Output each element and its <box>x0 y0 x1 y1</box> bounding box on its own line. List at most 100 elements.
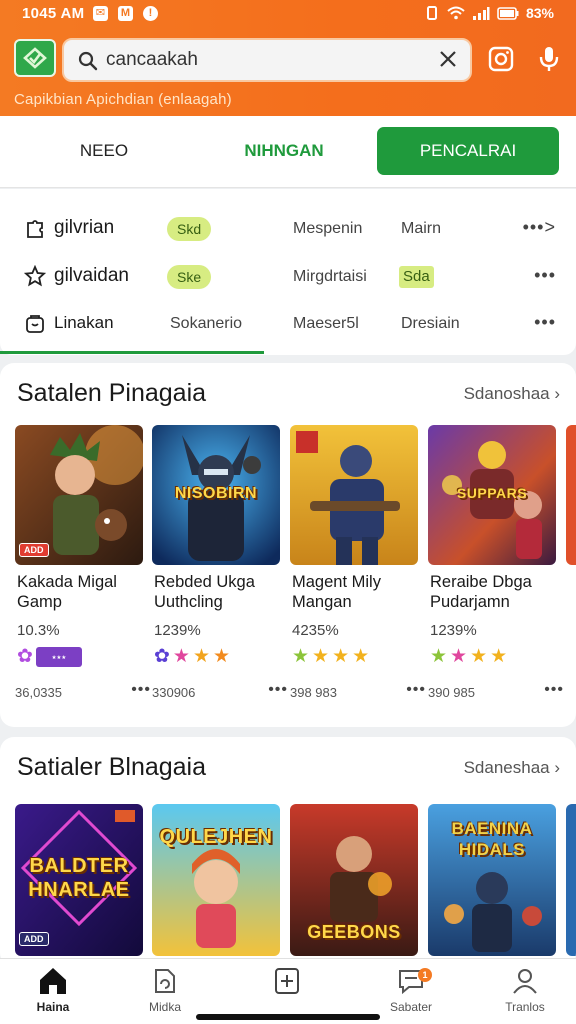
game-thumbnail[interactable] <box>566 804 576 956</box>
pink-star-icon: ★ <box>172 646 190 667</box>
voice-search-button[interactable] <box>534 44 564 74</box>
section-title: Satalen Pinagaia <box>17 379 207 407</box>
game-title: Rebded Ukga Uuthcling <box>154 573 255 611</box>
category-row[interactable]: Linakan Sokanerio Maeser5l Dresiain ••• <box>0 304 576 344</box>
signal-icon <box>472 7 490 20</box>
gold-star-icon: ★ <box>332 646 350 667</box>
game-thumbnail[interactable]: NISOBIRN <box>152 425 280 565</box>
more-icon[interactable]: ••• <box>534 265 556 286</box>
game-rating-icons: ✿ ★ ★ ★ <box>154 647 230 667</box>
category-link[interactable]: Mirgdrtaisi <box>293 268 367 286</box>
game-section-2: Satialer Blnagaia Sdaneshaa › BALDTER HN… <box>0 737 576 967</box>
download-count: 36,0335 <box>15 685 62 700</box>
category-link[interactable]: Mespenin <box>293 220 362 238</box>
nav-sabater[interactable]: 1 Sabater <box>366 965 456 1014</box>
game-rating-icons: ★ ★ ★ ★ <box>430 647 507 667</box>
search-input[interactable] <box>106 48 436 72</box>
nav-label: Haina <box>36 1000 70 1014</box>
category-link[interactable]: Maeser5l <box>293 315 359 333</box>
gold-star-icon: ★ <box>352 646 370 667</box>
status-bar: 1045 AM ✉ M ! 83% <box>0 0 576 28</box>
app-logo[interactable] <box>14 39 56 77</box>
wifi-icon <box>447 6 465 20</box>
category-pill[interactable]: Skd <box>167 217 212 241</box>
game-thumbnail[interactable]: QULEJHEN <box>152 804 280 956</box>
status-right: 83% <box>424 5 554 21</box>
category-row[interactable]: gilvaidan Ske Mirgdrtaisi Sda ••• <box>0 257 576 297</box>
category-tag[interactable]: Sda <box>399 266 434 288</box>
game-thumbnail[interactable]: BALDTER HNARLAE ADD <box>15 804 143 956</box>
game-banner: NISOBIRN <box>174 485 258 502</box>
purple-badge-icon: ⭑⭑⭑ <box>35 647 82 667</box>
category-pill[interactable]: Ske <box>167 265 212 289</box>
profile-icon <box>480 965 570 997</box>
nav-home[interactable]: Haina <box>8 965 98 1014</box>
category-link[interactable]: Sokanerio <box>170 315 242 333</box>
section-title: Satialer Blnagaia <box>17 753 207 781</box>
game-rating-icons: ✿ ⭑⭑⭑ <box>17 647 82 667</box>
green-star-icon: ★ <box>430 646 448 667</box>
category-title[interactable]: Linakan <box>24 312 114 334</box>
nav-label: Midka <box>148 1000 181 1014</box>
game-thumbnail[interactable] <box>290 425 418 565</box>
see-all-link[interactable]: Sdanoshaa › <box>464 384 560 404</box>
game-banner: QULEJHEN <box>159 826 273 848</box>
battery-percent: 83% <box>525 5 554 21</box>
game-rating: 10.3% <box>17 622 60 639</box>
microphone-icon <box>539 47 559 71</box>
home-indicator <box>196 1014 380 1020</box>
see-all-label: Sdanoshaa <box>463 384 550 403</box>
refresh-doc-icon <box>120 965 210 997</box>
puzzle-icon <box>27 220 43 238</box>
game-banner: SUPPARS <box>456 485 528 501</box>
more-icon[interactable]: ••• <box>534 312 556 333</box>
game-banner: GEEBONS <box>307 922 401 942</box>
download-count: 398 983 <box>290 685 337 700</box>
nav-label: Tranlos <box>505 1000 545 1014</box>
tab-pencalrai[interactable]: PENCALRAI <box>377 127 559 175</box>
purple-flower-icon: ✿ <box>154 646 170 667</box>
search-icon <box>78 51 98 71</box>
purple-flower-icon: ✿ <box>17 646 33 667</box>
tab-neeo[interactable]: NEEO <box>18 127 190 175</box>
notification-icon: ! <box>143 6 158 21</box>
game-thumbnail[interactable]: BAENINA HIDALS <box>428 804 556 956</box>
camera-scan-button[interactable] <box>486 44 516 74</box>
more-icon[interactable]: ••• <box>544 681 564 699</box>
nav-add[interactable] <box>242 965 332 997</box>
nav-midka[interactable]: Midka <box>120 965 210 1014</box>
more-icon[interactable]: ••• <box>268 681 288 699</box>
game-thumbnail[interactable]: SUPPARS <box>428 425 556 565</box>
see-all-link[interactable]: Sdaneshaa › <box>464 758 560 778</box>
more-icon[interactable]: •••> <box>523 217 556 238</box>
tab-nihngan[interactable]: NIHNGAN <box>196 127 372 175</box>
game-thumbnail[interactable]: ADD <box>15 425 143 565</box>
game-rating: 4235% <box>292 622 339 639</box>
category-link[interactable]: Dresiain <box>401 315 460 333</box>
close-icon[interactable] <box>438 49 458 69</box>
pink-star-icon: ★ <box>450 646 468 667</box>
star-outline-icon <box>24 265 46 287</box>
category-title[interactable]: gilvrian <box>24 217 114 239</box>
category-row[interactable]: gilvrian Skd Mespenin Mairn •••> <box>0 209 576 249</box>
nav-tranlos[interactable]: Tranlos <box>480 965 570 1014</box>
status-time: 1045 AM <box>22 5 85 22</box>
search-bar[interactable] <box>62 38 472 82</box>
game-banner: BALDTER HNARLAE <box>28 855 130 901</box>
game-section-1: Satalen Pinagaia Sdanoshaa › ADD Kakada … <box>0 363 576 727</box>
more-icon[interactable]: ••• <box>131 681 151 699</box>
download-count: 390 985 <box>428 685 475 700</box>
category-grid: gilvrian Skd Mespenin Mairn •••> gilvaid… <box>0 189 576 355</box>
game-rating: 1239% <box>154 622 201 639</box>
category-label: gilvaidan <box>54 265 129 286</box>
game-thumbnail[interactable] <box>566 425 576 565</box>
game-thumbnail[interactable]: GEEBONS <box>290 804 418 956</box>
more-icon[interactable]: ••• <box>406 681 426 699</box>
header-subtitle: Capikbian Apichdian (enlaagah) <box>14 91 232 108</box>
game-badge: ADD <box>19 932 49 946</box>
vibrate-icon <box>426 6 437 20</box>
category-title[interactable]: gilvaidan <box>24 265 129 287</box>
nav-label: Sabater <box>389 1000 433 1014</box>
category-label: Linakan <box>54 313 114 332</box>
category-link[interactable]: Mairn <box>401 220 441 238</box>
